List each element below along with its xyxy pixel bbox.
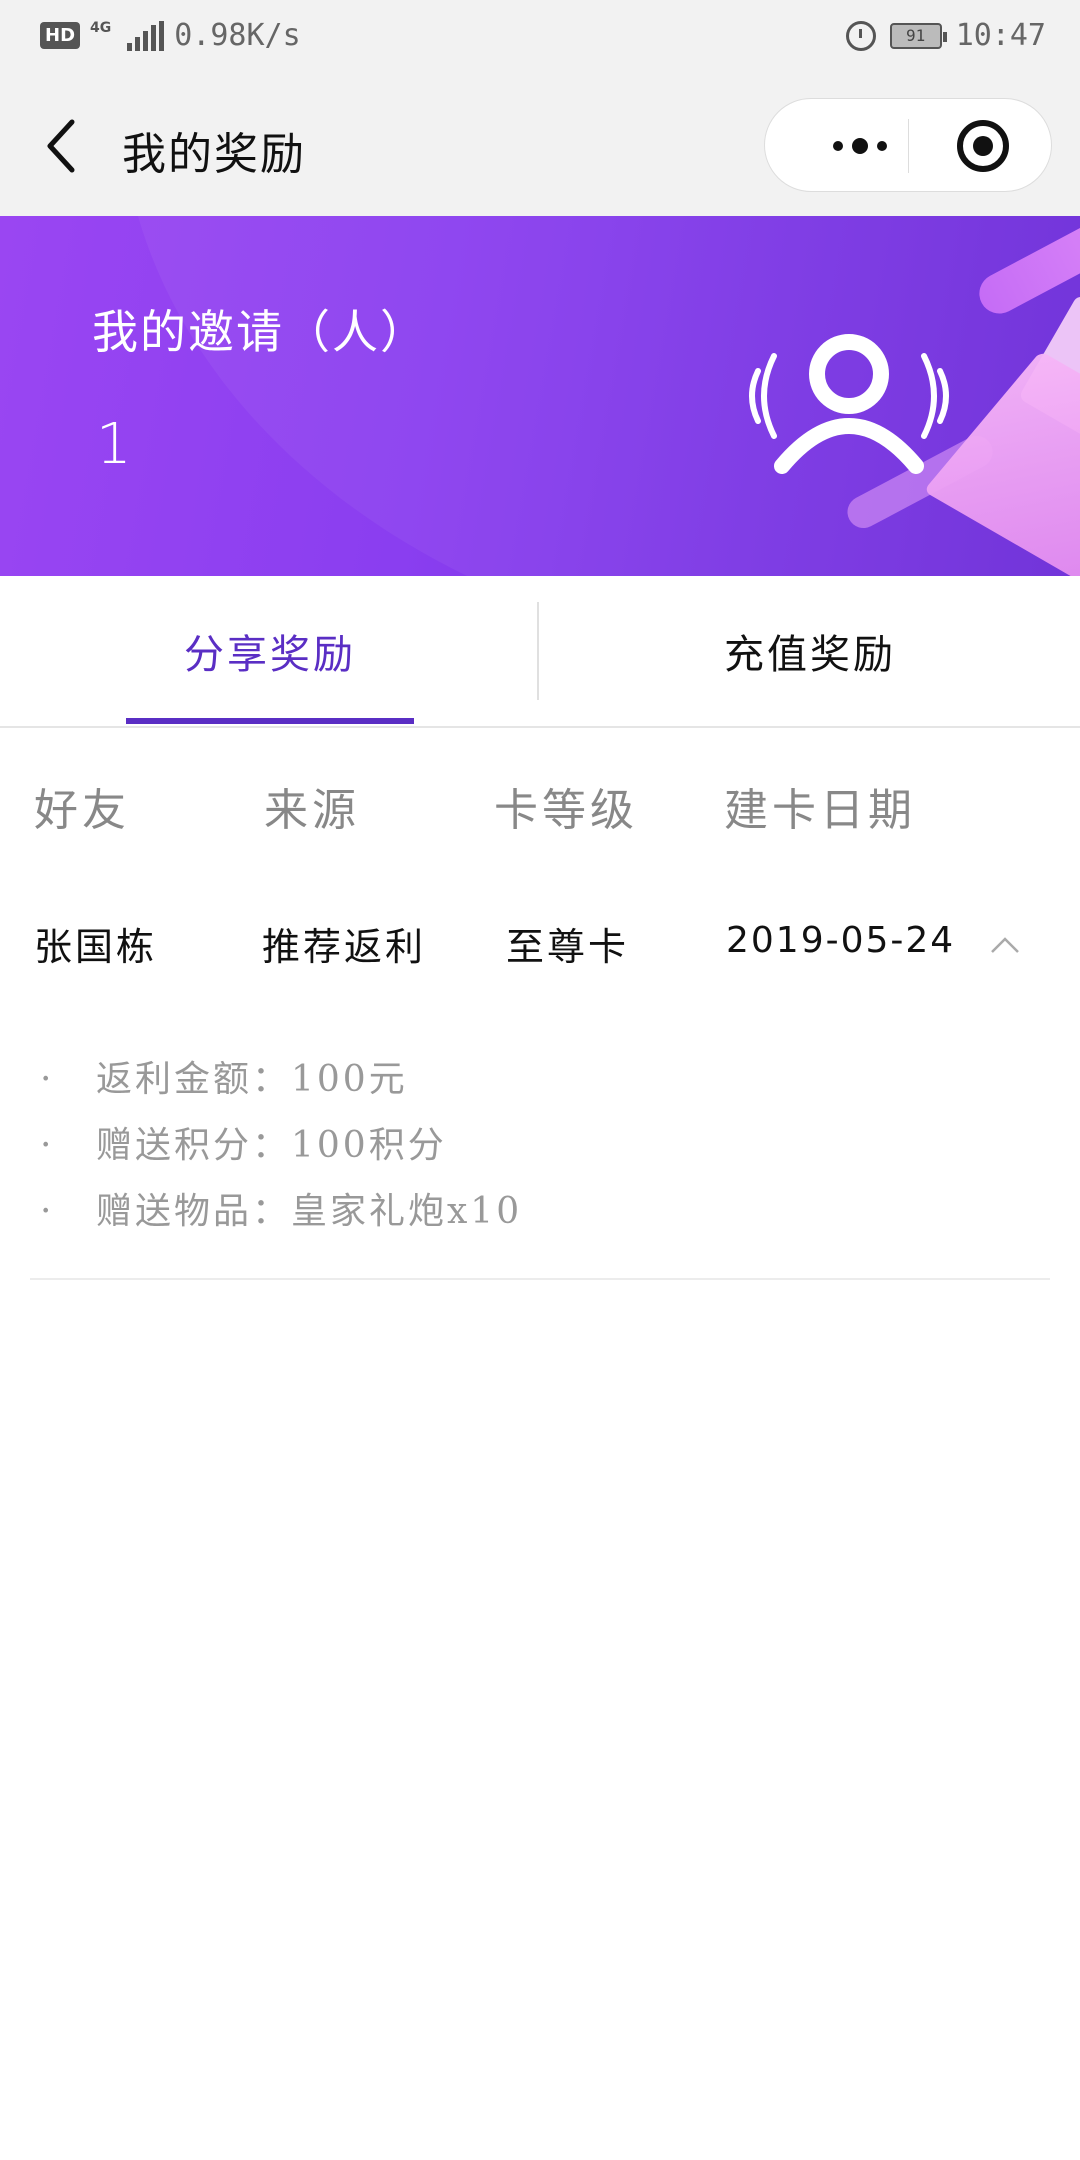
battery-level: 91 [906, 26, 926, 45]
column-header-date: 建卡日期 [724, 785, 916, 836]
person-waves-icon [749, 334, 949, 474]
alarm-icon [845, 20, 876, 51]
detail-text: 赠送积分：100积分 [96, 1125, 447, 1166]
column-header-level: 卡等级 [494, 785, 638, 836]
tab-share-reward[interactable]: 分享奖励 [0, 576, 540, 726]
bullet: · [40, 1125, 55, 1166]
hd-icon: HD [40, 22, 81, 49]
page-title: 我的奖励 [122, 129, 306, 180]
detail-text: 返利金额：100元 [96, 1059, 408, 1100]
status-right: 91 10:47 [845, 18, 1046, 53]
tab-divider [537, 602, 539, 700]
friend-name: 张国栋 [34, 925, 158, 969]
chevron-up-icon[interactable] [990, 930, 1020, 960]
date-value: 2019-05-24 [726, 920, 956, 961]
detail-item: · 赠送物品：皇家礼炮x10 [40, 1182, 522, 1234]
network-type: 4G [90, 19, 112, 36]
network-speed: 0.98K/s [174, 18, 301, 53]
bullet: · [40, 1059, 55, 1100]
invite-banner: 我的邀请（人） 1 [0, 216, 1080, 576]
battery-icon: 91 [889, 22, 947, 49]
close-target-icon[interactable] [957, 120, 1009, 172]
status-left: HD 4G 0.98K/s [40, 18, 301, 53]
clock: 10:47 [955, 18, 1046, 53]
back-arrow-icon[interactable] [42, 116, 82, 176]
invite-label: 我的邀请（人） [92, 305, 428, 359]
column-header-source: 来源 [264, 785, 360, 836]
reward-tabs: 分享奖励 充值奖励 [0, 576, 1080, 728]
active-tab-indicator [126, 718, 414, 724]
table-row[interactable]: 张国栋 推荐返利 至尊卡 2019-05-24 [0, 900, 1080, 990]
mini-program-capsule [764, 98, 1052, 192]
source-value: 推荐返利 [262, 925, 427, 969]
detail-item: · 赠送积分：100积分 [40, 1116, 447, 1168]
column-header-friend: 好友 [34, 785, 130, 836]
level-value: 至尊卡 [506, 925, 630, 969]
more-dots-icon [833, 141, 843, 151]
signal-icon [127, 20, 165, 51]
capsule-divider [908, 119, 909, 173]
bullet: · [40, 1191, 55, 1232]
detail-text: 赠送物品：皇家礼炮x10 [96, 1191, 523, 1232]
invite-count: 1 [96, 412, 132, 477]
row-divider [30, 1278, 1050, 1280]
detail-item: · 返利金额：100元 [40, 1050, 408, 1102]
nav-bar: 我的奖励 [0, 76, 1080, 216]
tab-recharge-reward[interactable]: 充值奖励 [540, 576, 1080, 726]
status-bar: HD 4G 0.98K/s 91 10:47 [0, 0, 1080, 76]
table-header: 好友 来源 卡等级 建卡日期 [0, 740, 1080, 870]
more-menu-button[interactable] [805, 99, 915, 193]
